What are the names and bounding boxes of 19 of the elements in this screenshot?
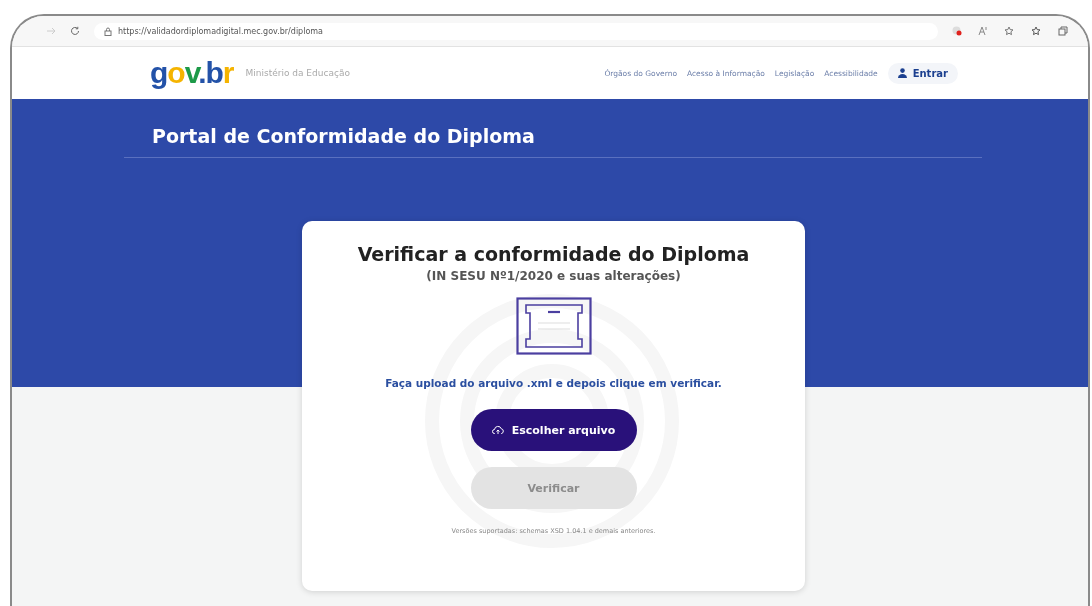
card-title: Verificar a conformidade do Diploma <box>357 243 750 265</box>
favorites-icon[interactable] <box>1031 26 1042 36</box>
ministry-name: Ministério da Educação <box>245 68 350 78</box>
read-aloud-icon[interactable] <box>978 26 988 36</box>
address-bar[interactable]: https://validadordiplomadigital.mec.gov.br/diploma <box>94 22 938 40</box>
star-icon[interactable] <box>1004 26 1015 36</box>
card-subtitle: (IN SESU Nº1/2020 e suas alterações) <box>426 269 681 283</box>
collections-icon[interactable] <box>1058 26 1068 36</box>
user-icon <box>897 68 907 78</box>
cloud-upload-icon <box>491 425 504 435</box>
extension-icon[interactable] <box>952 26 962 36</box>
logo[interactable]: gov.br <box>150 56 234 90</box>
choose-file-button[interactable]: Escolher arquivo <box>470 409 637 451</box>
portal-title: Portal de Conformidade do Diploma <box>124 99 982 158</box>
reload-icon[interactable] <box>70 26 80 36</box>
login-button[interactable]: Entrar <box>887 62 958 84</box>
upload-instruction: Faça upload do arquivo .xml e depois clique em verificar. <box>385 377 722 389</box>
diploma-icon <box>515 297 592 355</box>
lock-icon <box>104 26 112 36</box>
